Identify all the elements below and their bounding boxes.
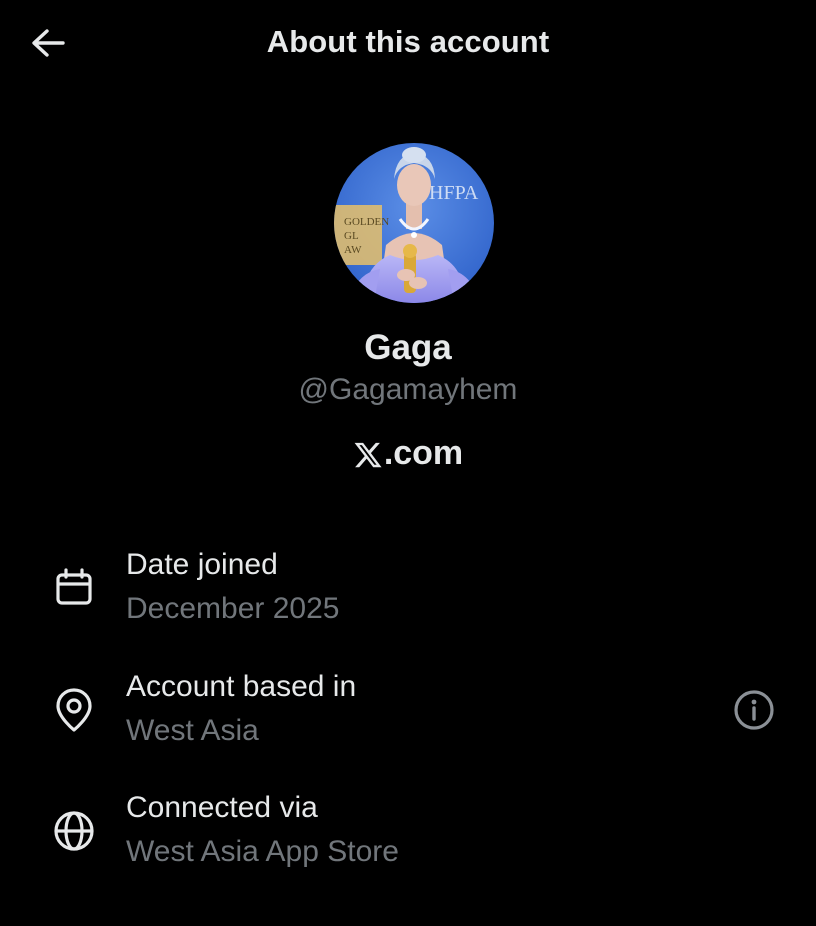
globe-icon: [50, 807, 98, 855]
detail-label: Account based in: [126, 670, 357, 703]
detail-row-account-based-in: Account based in West Asia: [0, 670, 816, 760]
user-handle: @Gagamayhem: [298, 373, 518, 406]
info-button[interactable]: [730, 686, 778, 734]
page-title: About this account: [266, 24, 550, 59]
detail-value: December 2025: [126, 592, 340, 625]
calendar-icon: [50, 564, 98, 612]
info-icon: [734, 690, 774, 730]
detail-label: Date joined: [126, 548, 278, 581]
svg-text:AW: AW: [344, 244, 362, 256]
avatar[interactable]: HFPA GOLDEN GL AW: [334, 143, 494, 303]
svg-text:GOLDEN: GOLDEN: [344, 216, 389, 228]
avatar-backdrop-text: HFPA: [429, 182, 479, 204]
detail-row-date-joined: Date joined December 2025: [0, 548, 816, 638]
detail-value: West Asia App Store: [126, 835, 399, 868]
platform-domain-suffix: .com: [383, 434, 464, 472]
avatar-photo: HFPA GOLDEN GL AW: [334, 143, 494, 303]
display-name: Gaga: [364, 328, 452, 367]
detail-value: West Asia: [126, 714, 259, 747]
detail-row-connected-via: Connected via West Asia App Store: [0, 791, 816, 881]
header-bar: About this account: [0, 0, 816, 86]
x-logo-icon: [354, 442, 382, 467]
platform-domain: .com: [0, 434, 816, 473]
svg-text:GL: GL: [344, 230, 359, 242]
location-pin-icon: [50, 686, 98, 734]
detail-label: Connected via: [126, 791, 318, 824]
